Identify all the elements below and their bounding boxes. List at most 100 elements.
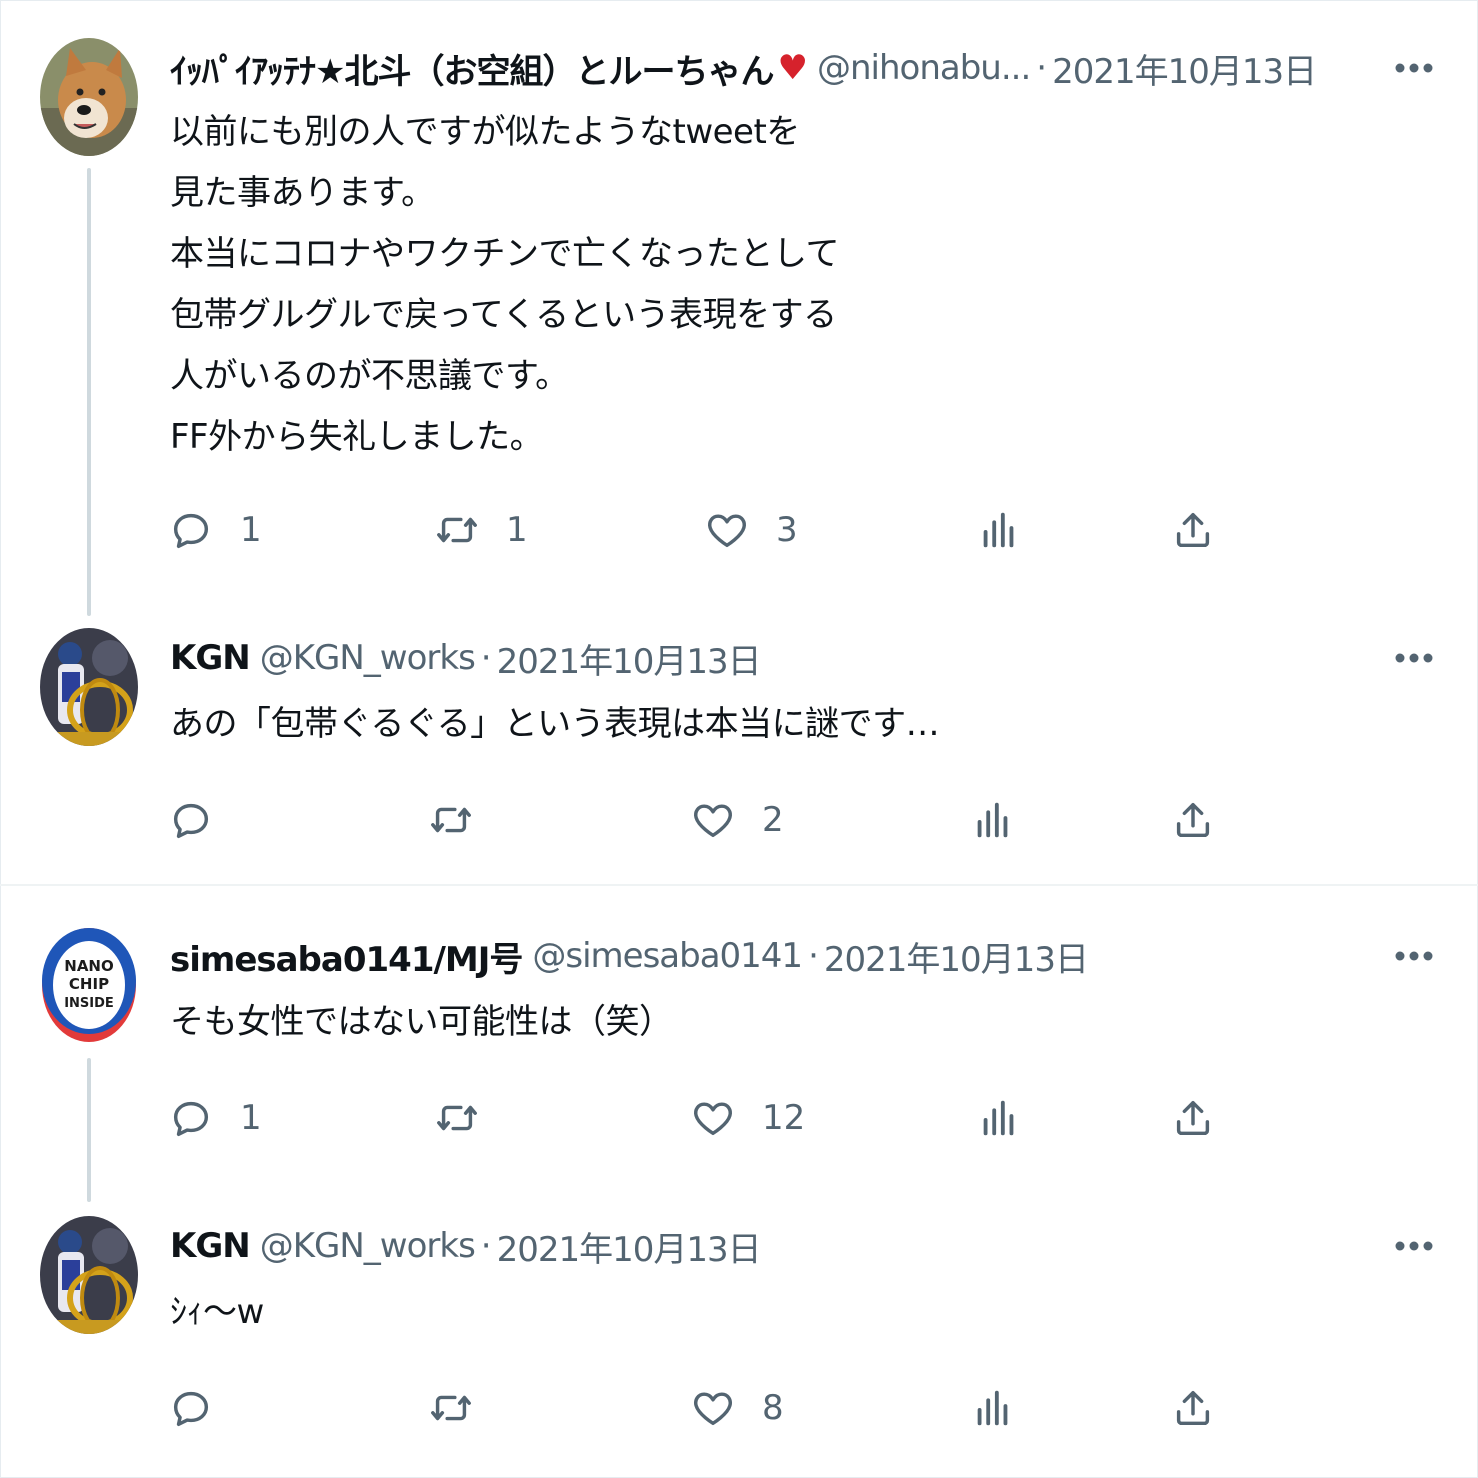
retweet-button[interactable] [434, 1088, 506, 1148]
heart-icon [708, 514, 746, 548]
reply-button[interactable] [168, 1378, 240, 1438]
views-button[interactable] [976, 500, 1022, 560]
tweet-text: ｼｨ～w [170, 1282, 264, 1343]
avatar[interactable]: NANO CHIP INSIDE [40, 926, 138, 1044]
retweet-button[interactable] [428, 790, 500, 850]
timestamp[interactable]: 2021年10月13日 [497, 1222, 762, 1271]
more-dots-icon [1395, 951, 1433, 961]
reply-count: 1 [240, 510, 262, 550]
share-button[interactable] [1170, 500, 1216, 560]
display-name[interactable]: ｲｯﾊﾟｲｱｯﾃﾅ★北斗（お空組）とルーちゃん [170, 44, 774, 93]
reply-count: 1 [240, 1098, 262, 1138]
timestamp[interactable]: 2021年10月13日 [1052, 44, 1317, 93]
more-options-button[interactable] [1394, 1226, 1434, 1266]
more-dots-icon [1395, 63, 1433, 73]
like-button[interactable]: 3 [704, 500, 798, 560]
tweet-text-line: そも女性ではない可能性は（笑） [170, 1002, 673, 1042]
views-button[interactable] [970, 790, 1016, 850]
more-options-button[interactable] [1394, 638, 1434, 678]
tweet-text-line: FF外から失礼しました。 [170, 417, 544, 457]
retweet-icon [431, 1395, 471, 1421]
share-icon [1176, 1390, 1210, 1426]
chip-text: CHIP [69, 975, 109, 993]
tweet-text-line: 本当にコロナやワクチンで亡くなったとして [170, 234, 839, 274]
display-name[interactable]: KGN [170, 1226, 251, 1266]
share-icon [1176, 802, 1210, 838]
separator: · [480, 1226, 492, 1266]
action-bar: 2 [0, 790, 1478, 850]
shiba-dog-avatar [40, 38, 138, 156]
display-name[interactable]: KGN [170, 638, 251, 678]
conversation-divider [0, 884, 1478, 886]
heart-icon [694, 1392, 732, 1426]
tweet-text-line: 包帯グルグルで戻ってくるという表現をする [170, 295, 837, 335]
like-count: 3 [776, 510, 798, 550]
tweet-text: そも女性ではない可能性は（笑） [170, 992, 673, 1053]
more-options-button[interactable] [1394, 48, 1434, 88]
like-count: 8 [762, 1388, 784, 1428]
analytics-icon [977, 802, 1008, 838]
views-button[interactable] [976, 1088, 1022, 1148]
timestamp[interactable]: 2021年10月13日 [497, 634, 762, 683]
action-bar: 1 12 [0, 1088, 1478, 1148]
like-button[interactable]: 12 [690, 1088, 805, 1148]
like-button[interactable]: 8 [690, 1378, 784, 1438]
retweet-button[interactable]: 1 [434, 500, 528, 560]
share-button[interactable] [1170, 1088, 1216, 1148]
tweet-text-line: あの「包帯ぐるぐる」という表現は本当に謎です… [170, 704, 940, 744]
retweet-icon [437, 1105, 477, 1131]
more-dots-icon [1395, 1241, 1433, 1251]
reply-button[interactable]: 1 [168, 1088, 262, 1148]
tweet-text-line: 人がいるのが不思議です。 [170, 356, 569, 396]
avatar[interactable] [40, 628, 138, 746]
tweet-header: KGN @KGN_works · 2021年10月13日 [170, 1216, 762, 1276]
action-bar: 1 1 3 [0, 500, 1478, 560]
share-icon [1176, 512, 1210, 548]
handle[interactable]: @KGN_works [260, 638, 476, 678]
more-options-button[interactable] [1394, 936, 1434, 976]
retweet-icon [431, 807, 471, 833]
nano-text: NANO [64, 957, 113, 975]
tweet-text-line: 以前にも別の人ですが似たようなtweetを [170, 112, 800, 152]
reply-icon [173, 1101, 209, 1137]
reply-button[interactable]: 1 [168, 500, 262, 560]
like-count: 2 [762, 800, 784, 840]
tweet-text: 以前にも別の人ですが似たようなtweetを 見た事あります。 本当にコロナやワク… [170, 102, 839, 468]
heart-icon [694, 1102, 732, 1136]
tweet-text: あの「包帯ぐるぐる」という表現は本当に謎です… [170, 694, 940, 755]
retweet-button[interactable] [428, 1378, 500, 1438]
separator: · [1036, 48, 1047, 88]
views-button[interactable] [970, 1378, 1016, 1438]
retweet-count: 1 [506, 510, 528, 550]
timestamp[interactable]: 2021年10月13日 [824, 932, 1089, 981]
like-count: 12 [762, 1098, 806, 1138]
avatar[interactable] [40, 38, 138, 156]
analytics-icon [983, 1100, 1014, 1136]
reply-icon [173, 1391, 209, 1427]
handle[interactable]: @nihonabu... [817, 48, 1031, 88]
tweet-header: ｲｯﾊﾟｲｱｯﾃﾅ★北斗（お空組）とルーちゃん ♥ @nihonabu... ·… [170, 38, 1317, 98]
figure-with-gold-ring-avatar [40, 628, 138, 746]
figure-with-gold-ring-avatar [40, 1216, 138, 1334]
handle[interactable]: @simesaba0141 [532, 936, 803, 976]
share-button[interactable] [1170, 790, 1216, 850]
share-icon [1176, 1100, 1210, 1136]
separator: · [480, 638, 492, 678]
reply-icon [173, 513, 209, 549]
heart-icon [694, 804, 732, 838]
tweet-text-line: 見た事あります。 [170, 173, 435, 213]
like-button[interactable]: 2 [690, 790, 784, 850]
heart-emoji: ♥ [777, 48, 808, 88]
tweet-header: simesaba0141/MJ号 @simesaba0141 · 2021年10… [170, 926, 1089, 986]
avatar[interactable] [40, 1216, 138, 1334]
reply-button[interactable] [168, 790, 240, 850]
tweet-header: KGN @KGN_works · 2021年10月13日 [170, 628, 762, 688]
more-dots-icon [1395, 653, 1433, 663]
handle[interactable]: @KGN_works [260, 1226, 476, 1266]
inside-text: INSIDE [64, 996, 114, 1011]
action-bar: 8 [0, 1378, 1478, 1438]
display-name[interactable]: simesaba0141/MJ号 [170, 932, 523, 981]
analytics-icon [983, 512, 1014, 548]
share-button[interactable] [1170, 1378, 1216, 1438]
retweet-icon [437, 517, 477, 543]
